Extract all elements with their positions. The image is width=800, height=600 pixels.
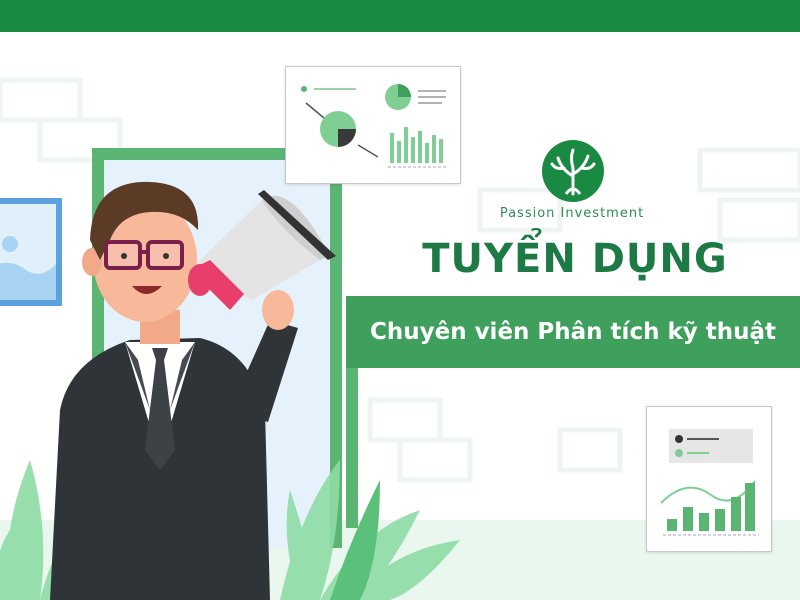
- recruitment-banner: Passion Investment TUYỂN DỤNG Chuyên viê…: [0, 0, 800, 600]
- brand-name: Passion Investment: [499, 206, 645, 221]
- position-title: Chuyên viên Phân tích kỹ thuật: [369, 319, 777, 345]
- headline: TUYỂN DỤNG: [422, 236, 728, 282]
- man-with-megaphone: [50, 181, 336, 600]
- megaphone-icon: [188, 190, 336, 310]
- tree-logo-icon: [540, 138, 606, 204]
